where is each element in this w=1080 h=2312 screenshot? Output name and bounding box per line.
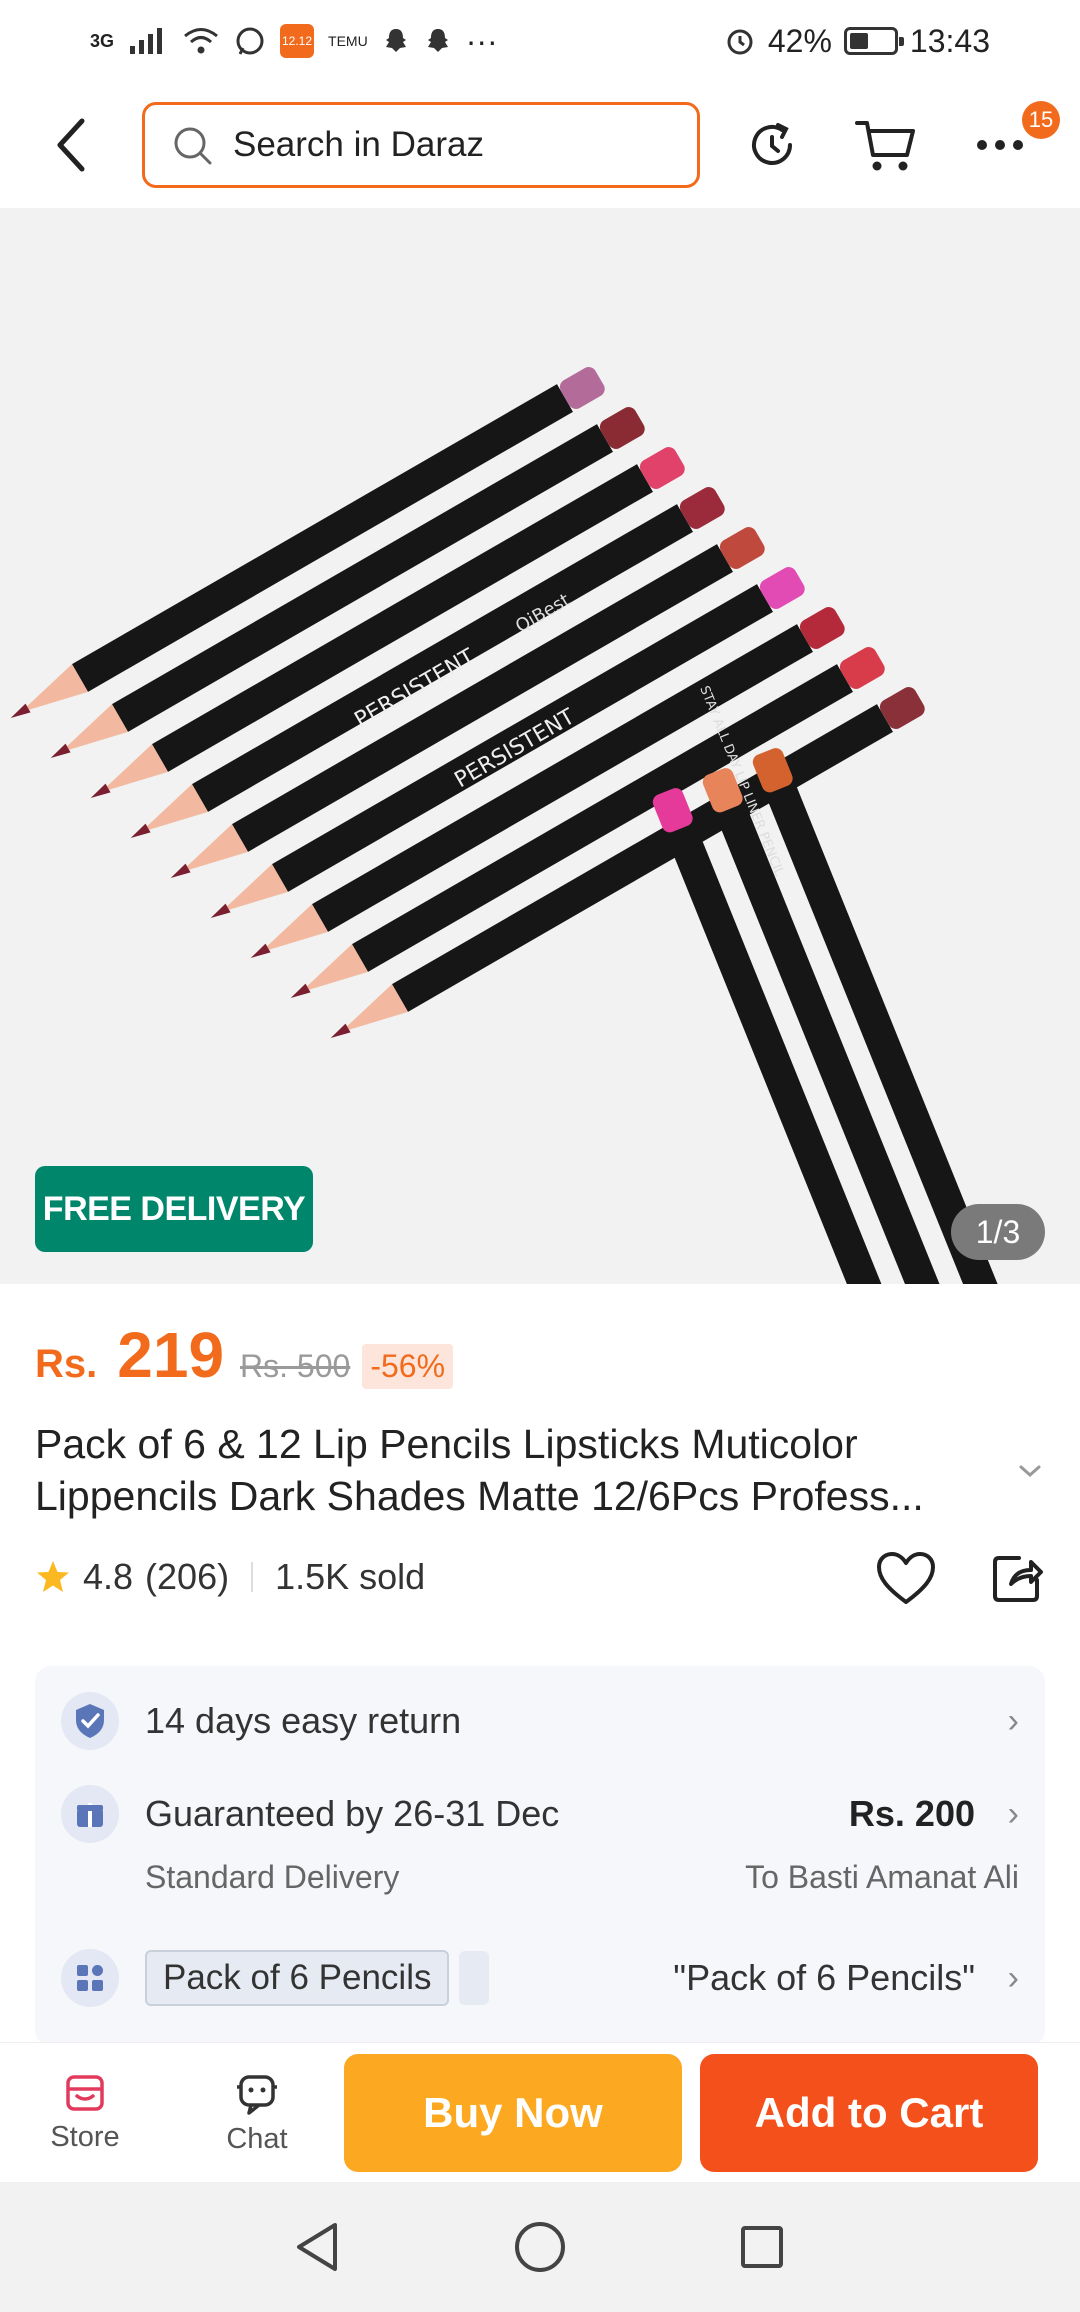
shield-check-icon: [61, 1692, 119, 1750]
search-placeholder: Search in Daraz: [233, 125, 484, 164]
store-button[interactable]: Store: [20, 2071, 150, 2154]
image-page-indicator: 1/3: [951, 1204, 1045, 1260]
whatsapp-icon: [236, 27, 264, 55]
product-title-line-1: Pack of 6 & 12 Lip Pencils Lipsticks Mut…: [35, 1421, 858, 1467]
chevron-left-icon: [57, 118, 85, 172]
variant-chip-more[interactable]: [459, 1951, 490, 2005]
chevron-down-icon[interactable]: [1015, 1456, 1045, 1486]
service-info-card: 14 days easy return › Guaranteed by 26-3…: [35, 1666, 1045, 2046]
battery-icon: [843, 27, 904, 55]
chat-button[interactable]: Chat: [192, 2069, 322, 2156]
original-price: Rs. 500: [240, 1348, 351, 1384]
clock: 13:43: [909, 22, 990, 59]
battery-percent: 42%: [767, 22, 832, 59]
divider: [251, 1562, 254, 1592]
delivery-row[interactable]: Guaranteed by 26-31 Dec Rs. 200 ›: [35, 1776, 1045, 1852]
system-nav-bar: [0, 2182, 1080, 2312]
gift-icon: [61, 1785, 119, 1843]
search-input[interactable]: Search in Daraz: [142, 102, 700, 188]
more-dots-icon: [977, 140, 1023, 150]
chat-label: Chat: [226, 2123, 288, 2155]
snapchat-icon: [385, 29, 406, 52]
notification-badge: 15: [1022, 101, 1060, 139]
status-right: 42% 13:43: [724, 23, 990, 60]
rating-row[interactable]: 4.8 (206) 1.5K sold: [35, 1556, 425, 1598]
return-policy-text: 14 days easy return: [145, 1700, 462, 1741]
top-nav: Search in Daraz 15: [0, 82, 1080, 208]
star-icon: [37, 1561, 69, 1592]
delivery-destination-text: To Basti Amanat Ali: [745, 1858, 1019, 1895]
discount-badge: -56%: [362, 1344, 454, 1389]
history-icon: [752, 123, 792, 165]
product-actions: [875, 1550, 1045, 1608]
chevron-right-icon: ›: [1007, 1794, 1019, 1833]
variant-chip[interactable]: Pack of 6 Pencils: [145, 1950, 450, 2006]
return-policy-row[interactable]: 14 days easy return ›: [35, 1666, 1045, 1776]
product-title-line-2: Lippencils Dark Shades Matte 12/6Pcs Pro…: [35, 1473, 924, 1519]
cart-button[interactable]: [848, 107, 924, 183]
chat-icon: [237, 2075, 277, 2115]
history-button[interactable]: [734, 107, 810, 183]
home-circle-icon[interactable]: [513, 2220, 567, 2274]
delivery-method-text: Standard Delivery: [145, 1858, 400, 1895]
header-actions: 15: [734, 101, 1060, 183]
buy-now-button[interactable]: Buy Now: [344, 2053, 682, 2172]
delivery-guarantee-text: Guaranteed by 26-31 Dec: [145, 1793, 560, 1834]
chevron-right-icon: ›: [1007, 1701, 1019, 1740]
delivery-sub-row: Standard Delivery To Basti Amanat Ali: [35, 1852, 1045, 1902]
temu-icon: TEMU: [328, 33, 368, 49]
rating-value: 4.8: [83, 1556, 134, 1597]
search-icon: [174, 127, 212, 165]
back-button[interactable]: [32, 105, 112, 185]
product-title[interactable]: Pack of 6 & 12 Lip Pencils Lipsticks Mut…: [35, 1418, 1015, 1522]
recents-square-icon[interactable]: [737, 2222, 787, 2272]
app-notification-icon: 12.12: [280, 24, 315, 58]
current-price: 219: [117, 1319, 225, 1391]
grid-icon: [61, 1949, 119, 2007]
free-delivery-badge: FREE DELIVERY: [35, 1166, 313, 1252]
alarm-icon: [727, 29, 753, 55]
store-icon: [66, 2075, 104, 2111]
sold-count: 1.5K sold: [275, 1556, 426, 1597]
network-type: 3G: [90, 30, 115, 51]
delivery-fee: Rs. 200: [848, 1793, 975, 1834]
cart-icon: [855, 121, 915, 171]
price-row: Rs. 219 Rs. 500 -56%: [35, 1318, 454, 1392]
more-button[interactable]: 15: [962, 101, 1060, 183]
more-notifications-icon: ···: [465, 22, 498, 59]
share-icon[interactable]: [989, 1550, 1045, 1606]
status-bar: 3G 12.12 TEMU ··· 42% 13:43: [0, 0, 1080, 82]
snapchat-icon-2: [427, 29, 448, 52]
currency-label: Rs.: [35, 1342, 98, 1386]
product-image-gallery[interactable]: QiBest PERSISTENT PERSISTENT STAY ALL DA…: [0, 208, 1080, 1284]
store-label: Store: [50, 2121, 120, 2153]
product-image: QiBest PERSISTENT PERSISTENT STAY ALL DA…: [2, 367, 1035, 1284]
back-triangle-icon[interactable]: [293, 2220, 343, 2274]
variant-row[interactable]: Pack of 6 Pencils "Pack of 6 Pencils" ›: [35, 1928, 1045, 2028]
status-left: 3G 12.12 TEMU ···: [90, 23, 498, 60]
wifi-icon: [184, 28, 218, 54]
heart-icon[interactable]: [875, 1550, 937, 1608]
bottom-action-bar: Store Chat Buy Now Add to Cart: [0, 2042, 1080, 2182]
chevron-right-icon: ›: [1007, 1958, 1019, 1997]
add-to-cart-button[interactable]: Add to Cart: [700, 2053, 1038, 2172]
signal-icon: [130, 28, 163, 54]
rating-count: (206): [145, 1556, 230, 1597]
selected-variant-text: "Pack of 6 Pencils": [673, 1957, 975, 1998]
